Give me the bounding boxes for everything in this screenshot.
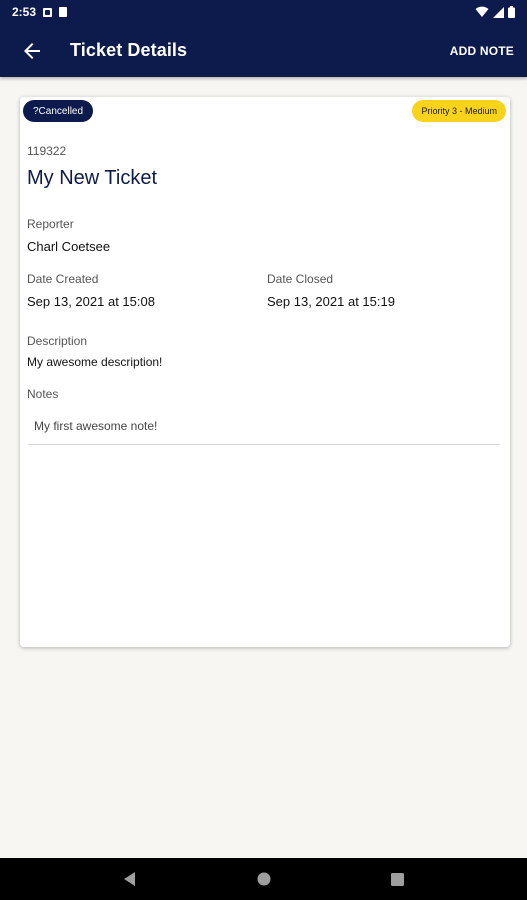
status-time: 2:53 (12, 5, 37, 19)
description-value: My awesome description! (27, 355, 163, 369)
date-created-label: Date Created (27, 272, 99, 286)
ticket-card: ?Cancelled Priority 3 - Medium 119322 My… (20, 97, 510, 647)
arrow-back-icon (24, 42, 40, 59)
notification-icon (43, 7, 53, 17)
ticket-id: 119322 (27, 144, 67, 158)
note-text: My first awesome note! (34, 419, 158, 433)
date-created-value: Sep 13, 2021 at 15:08 (27, 294, 155, 309)
battery-icon (508, 6, 515, 18)
signal-icon (493, 6, 504, 18)
app-bar: Ticket Details ADD NOTE (0, 24, 527, 77)
note-item[interactable]: My first awesome note! (28, 409, 500, 445)
priority-chip: Priority 3 - Medium (412, 100, 506, 122)
status-chip: ?Cancelled (23, 100, 94, 122)
page-title: Ticket Details (70, 40, 188, 60)
date-closed-label: Date Closed (267, 272, 334, 286)
status-bar-right (475, 6, 515, 18)
add-note-button[interactable]: ADD NOTE (450, 44, 514, 58)
nav-home-button[interactable] (252, 867, 276, 891)
status-bar-left: 2:53 (12, 5, 68, 19)
notes-label: Notes (27, 387, 59, 401)
date-closed-value: Sep 13, 2021 at 15:19 (267, 294, 395, 309)
home-circle-icon (257, 872, 270, 886)
system-nav-bar (0, 858, 527, 900)
recents-square-icon (391, 872, 404, 886)
reporter-label: Reporter (27, 217, 74, 231)
wifi-icon (475, 6, 489, 17)
back-button[interactable] (8, 27, 56, 75)
status-bar: 2:53 (0, 0, 527, 24)
ticket-title: My New Ticket (27, 167, 158, 189)
back-triangle-icon (123, 872, 135, 886)
description-label: Description (27, 334, 88, 348)
reporter-value: Charl Coetsee (27, 239, 111, 254)
nav-back-button[interactable] (118, 867, 142, 891)
nav-recents-button[interactable] (386, 867, 410, 891)
sd-card-icon (59, 7, 68, 17)
